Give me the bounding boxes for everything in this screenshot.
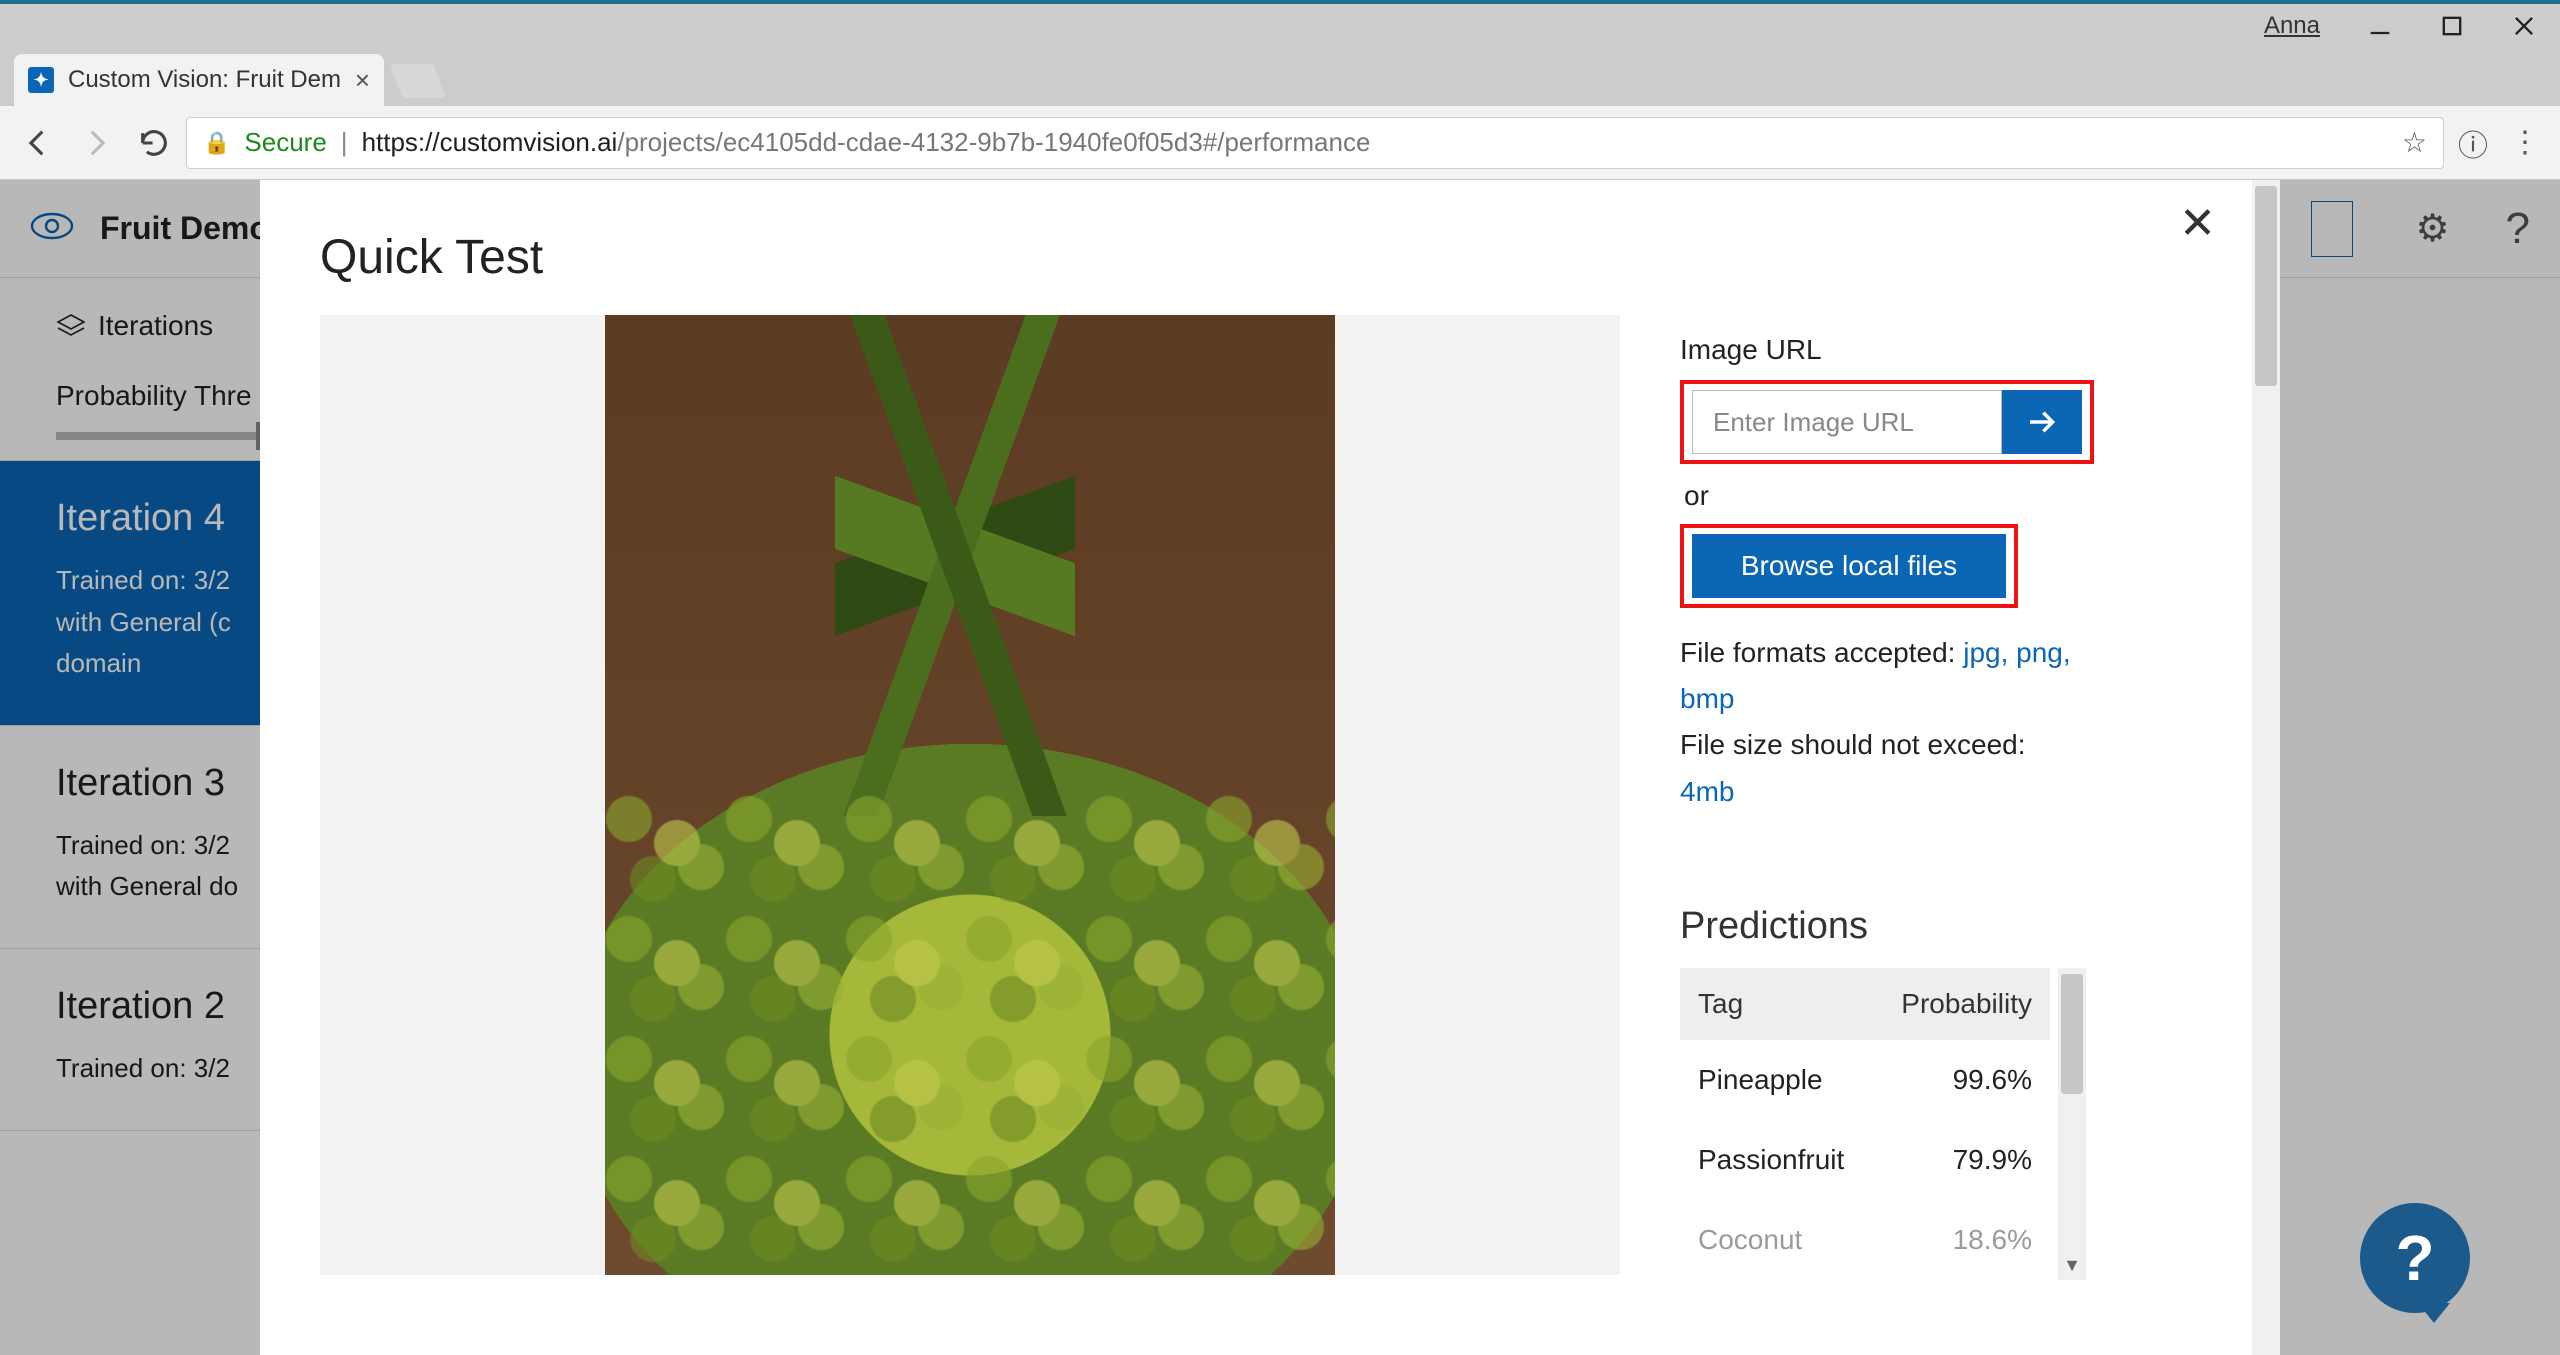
new-tab-button[interactable] xyxy=(390,64,446,98)
nav-forward-button[interactable] xyxy=(70,117,122,169)
quick-test-modal: Quick Test ✕ Image URL Enter Image URL o… xyxy=(260,180,2280,1355)
prediction-tag: Pineapple xyxy=(1698,1064,1823,1096)
prediction-prob: 18.6% xyxy=(1953,1224,2032,1256)
pineapple-image xyxy=(605,315,1335,1275)
col-probability: Probability xyxy=(1901,988,2032,1020)
modal-scrollbar[interactable] xyxy=(2252,180,2280,1355)
secure-label: Secure xyxy=(244,127,326,158)
close-icon[interactable]: ✕ xyxy=(2179,198,2216,249)
tab-favicon-icon: ✦ xyxy=(28,67,54,93)
formats-prefix: File formats accepted: xyxy=(1680,637,1963,668)
arrow-right-icon xyxy=(2026,406,2058,438)
submit-url-button[interactable] xyxy=(2002,390,2082,454)
prediction-prob: 79.9% xyxy=(1953,1144,2032,1176)
url-text: https://customvision.ai/projects/ec4105d… xyxy=(362,127,1371,158)
floating-help-button[interactable]: ? xyxy=(2360,1203,2470,1313)
browser-menu-icon[interactable]: ⋮ xyxy=(2502,120,2548,166)
nav-back-button[interactable] xyxy=(12,117,64,169)
window-close-button[interactable] xyxy=(2488,4,2560,48)
bookmark-star-icon[interactable]: ☆ xyxy=(2402,126,2427,159)
nav-reload-button[interactable] xyxy=(128,117,180,169)
image-url-input[interactable]: Enter Image URL xyxy=(1692,390,2002,454)
highlight-annotation: Enter Image URL xyxy=(1680,380,2094,464)
window-maximize-button[interactable] xyxy=(2416,4,2488,48)
browse-local-files-button[interactable]: Browse local files xyxy=(1692,534,2006,598)
prediction-prob: 99.6% xyxy=(1953,1064,2032,1096)
col-tag: Tag xyxy=(1698,988,1743,1020)
modal-title: Quick Test xyxy=(320,230,1630,285)
window-user: Anna xyxy=(2264,12,2320,40)
prediction-row: Coconut 18.6% xyxy=(1680,1200,2050,1280)
address-bar[interactable]: 🔒 Secure | https://customvision.ai/proje… xyxy=(186,117,2444,169)
predictions-table: ▼ Tag Probability Pineapple 99.6% Passio… xyxy=(1680,968,2050,1280)
prediction-tag: Passionfruit xyxy=(1698,1144,1844,1176)
test-image-preview xyxy=(320,315,1620,1275)
prediction-tag: Coconut xyxy=(1698,1224,1802,1256)
size-limit: 4mb xyxy=(1680,776,1734,807)
tab-title: Custom Vision: Fruit Dem xyxy=(68,66,341,94)
prediction-row: Pineapple 99.6% xyxy=(1680,1040,2050,1120)
size-prefix: File size should not exceed: xyxy=(1680,729,2026,760)
question-mark-icon: ? xyxy=(2395,1221,2434,1295)
page-info-icon[interactable]: ⓘ xyxy=(2450,120,2496,166)
lock-icon: 🔒 xyxy=(203,130,230,156)
predictions-heading: Predictions xyxy=(1680,905,2230,948)
predictions-scrollbar[interactable]: ▼ xyxy=(2058,968,2086,1280)
or-label: or xyxy=(1684,480,2230,512)
prediction-row: Passionfruit 79.9% xyxy=(1680,1120,2050,1200)
image-url-label: Image URL xyxy=(1680,334,2230,366)
tab-close-icon[interactable]: × xyxy=(355,65,370,96)
highlight-annotation: Browse local files xyxy=(1680,524,2018,608)
browser-tab[interactable]: ✦ Custom Vision: Fruit Dem × xyxy=(14,54,384,106)
window-minimize-button[interactable] xyxy=(2344,4,2416,48)
